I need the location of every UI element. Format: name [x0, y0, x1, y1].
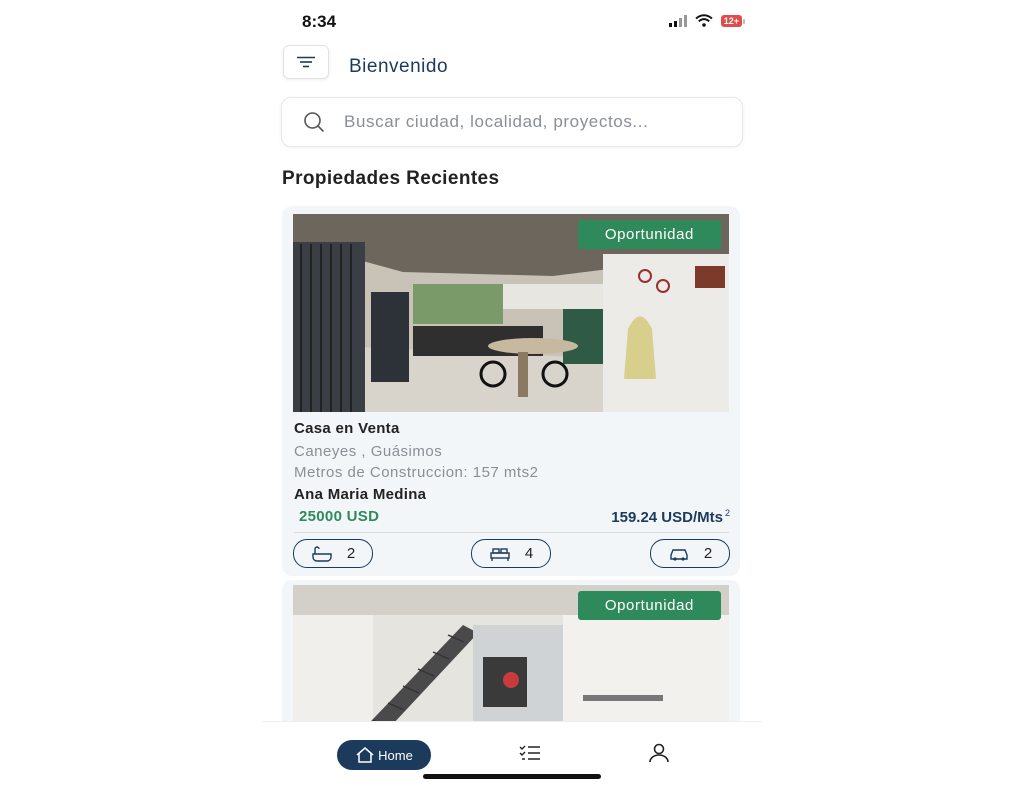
nav-home-label: Home [378, 747, 413, 763]
bottom-nav: Home [262, 721, 762, 786]
property-title: Casa en Venta [294, 420, 400, 437]
bed-icon [490, 547, 510, 561]
phone-screen: 8:34 12+ Bienvenido Buscar ciudad, local… [262, 0, 762, 786]
home-icon [356, 747, 374, 763]
baths-chip: 2 [293, 539, 373, 568]
status-icons: 12+ [668, 14, 746, 27]
opportunity-badge: Oportunidad [577, 591, 721, 620]
parking-chip: 2 [650, 539, 730, 568]
nav-home-button[interactable]: Home [337, 740, 431, 770]
filter-icon [297, 56, 315, 68]
price-per-meter: 159.24 USD/Mts 2 [611, 508, 730, 526]
property-card[interactable]: Oportunidad [282, 580, 740, 740]
wifi-icon [695, 14, 713, 27]
bathtub-icon [312, 545, 332, 562]
search-placeholder: Buscar ciudad, localidad, proyectos... [344, 112, 649, 131]
beds-count: 4 [524, 545, 534, 562]
card-divider [294, 532, 729, 533]
search-input[interactable]: Buscar ciudad, localidad, proyectos... [281, 97, 743, 147]
battery-indicator: 12+ [720, 14, 746, 27]
home-indicator [423, 774, 601, 779]
search-icon [304, 112, 324, 132]
user-icon [649, 743, 669, 763]
price-per-meter-superscript: 2 [724, 508, 730, 518]
beds-chip: 4 [471, 539, 551, 568]
property-price: 25000 USD [299, 508, 380, 525]
parking-count: 2 [703, 545, 713, 562]
checklist-icon [519, 745, 540, 760]
baths-count: 2 [346, 545, 356, 562]
section-title: Propiedades Recientes [282, 168, 500, 189]
welcome-title: Bienvenido [349, 56, 449, 77]
filter-menu-button[interactable] [283, 45, 329, 79]
signal-icon [668, 14, 687, 27]
nav-profile-button[interactable] [648, 743, 670, 768]
nav-tasks-button[interactable] [519, 744, 541, 767]
property-meters: Metros de Construccion: 157 mts2 [294, 464, 539, 481]
property-agent: Ana Maria Medina [294, 486, 427, 503]
car-icon [670, 548, 688, 561]
price-per-meter-value: 159.24 USD/Mts [611, 509, 723, 526]
opportunity-badge: Oportunidad [577, 220, 721, 249]
property-location: Caneyes , Guásimos [294, 443, 443, 460]
property-card[interactable]: Oportunidad Casa en Venta Caneyes , Guás… [282, 206, 740, 576]
status-time: 8:34 [302, 12, 337, 31]
